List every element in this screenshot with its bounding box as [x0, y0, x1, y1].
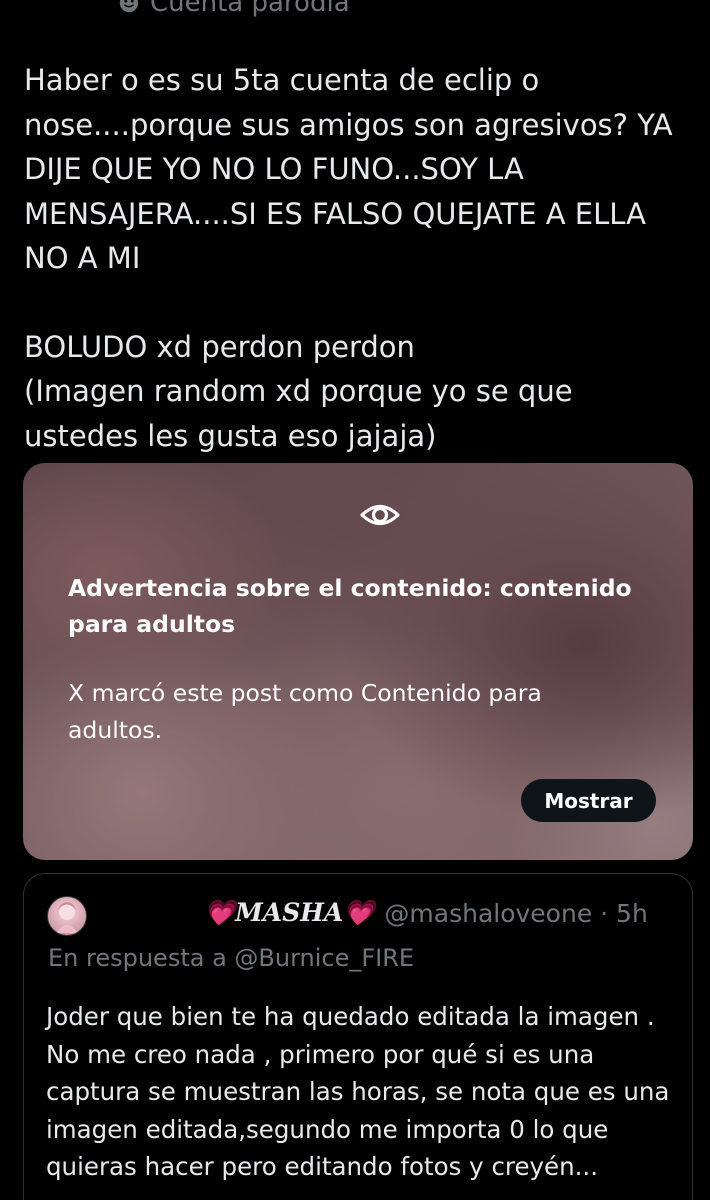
quoted-post-text: Joder que bien te ha quedado editada la …: [46, 1002, 670, 1181]
author-display-name[interactable]: 💗𝑴𝑨𝑺𝑯𝑨💗: [204, 898, 374, 928]
parody-account-label: Cuenta parodia: [118, 0, 350, 18]
content-warning-body: X marcó este post como Contenido para ad…: [68, 679, 542, 744]
eye-icon: [360, 504, 400, 526]
quoted-post-header: 💗𝑴𝑨𝑺𝑯𝑨💗 @mashaloveone · 5h: [204, 898, 648, 928]
content-warning-title: Advertencia sobre el contenido: contenid…: [68, 574, 632, 638]
post-paragraph-2: BOLUDO xd perdon perdon (Imagen random x…: [24, 329, 573, 453]
avatar[interactable]: [47, 896, 87, 936]
avatar-image: [56, 902, 78, 933]
author-handle-time[interactable]: @mashaloveone · 5h: [384, 899, 647, 928]
post-paragraph-1: Haber o es su 5ta cuenta de eclip o nose…: [24, 63, 673, 275]
post-text: Haber o es su 5ta cuenta de eclip o nose…: [24, 58, 694, 458]
parody-mask-icon: [119, 0, 139, 13]
show-media-button[interactable]: Mostrar: [521, 779, 656, 822]
parody-label-text: Cuenta parodia: [150, 0, 350, 18]
post-detail-view: Cuenta parodia Haber o es su 5ta cuenta …: [0, 0, 710, 1200]
reply-to-line[interactable]: En respuesta a @Burnice_FIRE: [48, 944, 414, 972]
quoted-post-card[interactable]: 💗𝑴𝑨𝑺𝑯𝑨💗 @mashaloveone · 5h En respuesta …: [23, 873, 693, 1200]
sensitive-media-card[interactable]: Advertencia sobre el contenido: contenid…: [23, 463, 693, 860]
